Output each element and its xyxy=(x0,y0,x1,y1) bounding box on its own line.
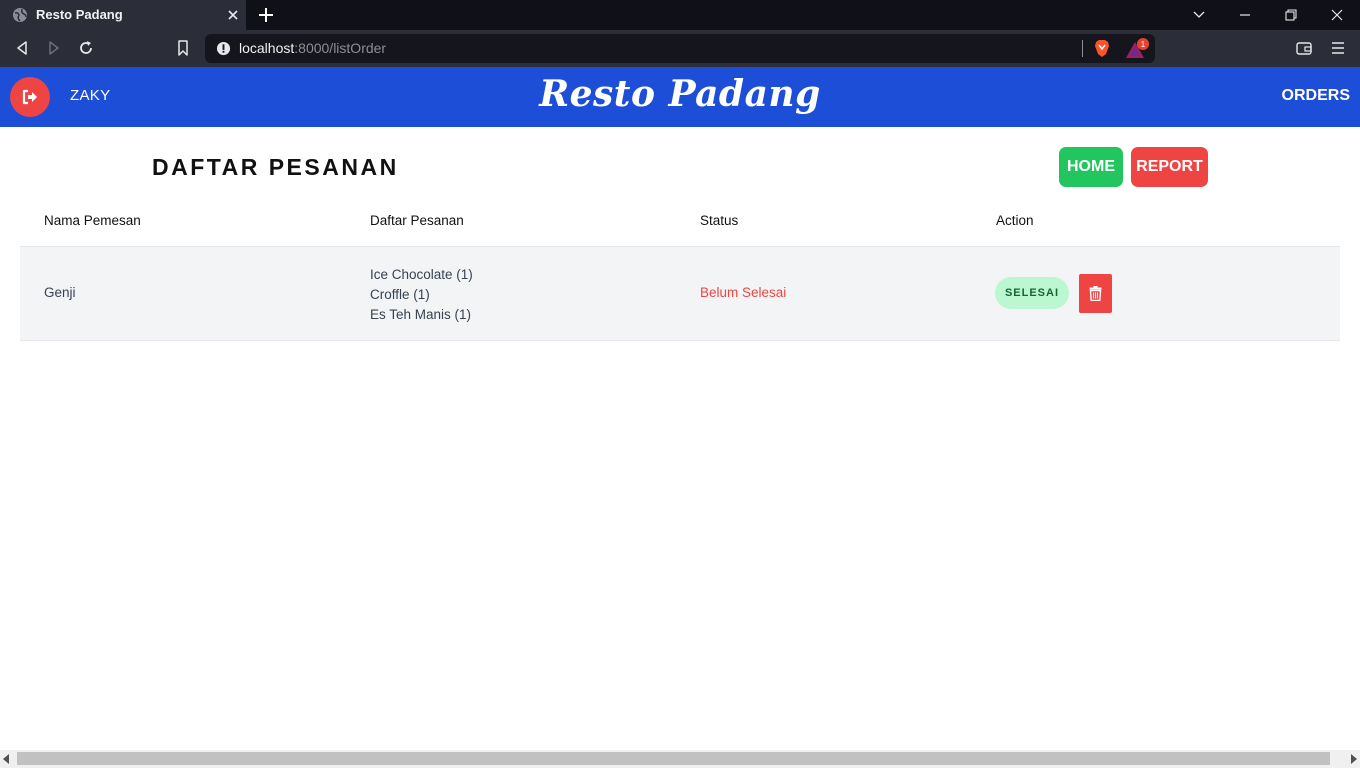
wallet-icon[interactable] xyxy=(1294,38,1314,58)
rewards-button[interactable]: 1 xyxy=(1125,38,1153,59)
bookmark-icon[interactable] xyxy=(173,38,193,58)
browser-tab[interactable]: Resto Padang xyxy=(0,0,246,30)
url-text: localhost:8000/listOrder xyxy=(239,40,387,56)
chevron-down-icon xyxy=(1193,11,1205,18)
order-item: Es Teh Manis (1) xyxy=(370,307,472,322)
menu-icon[interactable] xyxy=(1328,38,1348,58)
nav-orders-link[interactable]: ORDERS xyxy=(1282,87,1350,105)
divider xyxy=(1082,40,1083,57)
tab-search-button[interactable] xyxy=(1176,0,1222,30)
scrollbar-thumb[interactable] xyxy=(17,752,1330,765)
close-window-button[interactable] xyxy=(1314,0,1360,30)
order-status: Belum Selesai xyxy=(700,285,787,300)
reload-icon[interactable] xyxy=(76,38,96,58)
header-daftar-pesanan: Daftar Pesanan xyxy=(370,213,464,228)
header-nama-pemesan: Nama Pemesan xyxy=(44,213,141,228)
new-tab-icon[interactable] xyxy=(256,5,276,25)
tab-title: Resto Padang xyxy=(36,7,123,22)
rewards-badge: 1 xyxy=(1137,38,1149,50)
table-row: Genji Ice Chocolate (1) Croffle (1) Es T… xyxy=(20,247,1340,341)
horizontal-scrollbar[interactable] xyxy=(0,750,1360,768)
back-icon[interactable] xyxy=(12,38,32,58)
restore-icon xyxy=(1285,9,1297,21)
order-item: Ice Chocolate (1) xyxy=(370,267,473,282)
address-bar[interactable]: localhost:8000/listOrder 1 xyxy=(205,34,1155,63)
table-header: Nama Pemesan Daftar Pesanan Status Actio… xyxy=(20,200,1340,247)
brand-logo: Resto Padang xyxy=(539,73,821,115)
report-button[interactable]: REPORT xyxy=(1131,147,1208,187)
close-icon xyxy=(1331,9,1343,21)
header-action: Action xyxy=(996,213,1034,228)
delete-order-button[interactable] xyxy=(1079,274,1112,313)
order-item: Croffle (1) xyxy=(370,287,430,302)
restore-button[interactable] xyxy=(1268,0,1314,30)
close-tab-icon[interactable] xyxy=(224,6,242,24)
order-items: Ice Chocolate (1) Croffle (1) Es Teh Man… xyxy=(370,265,473,325)
orders-table: Nama Pemesan Daftar Pesanan Status Actio… xyxy=(20,200,1340,341)
globe-icon xyxy=(13,8,27,22)
scroll-right-arrow-icon[interactable] xyxy=(1351,754,1357,764)
minimize-button[interactable] xyxy=(1222,0,1268,30)
page-title: DAFTAR PESANAN xyxy=(152,154,399,180)
customer-name: Genji xyxy=(44,285,76,300)
browser-tab-bar: Resto Padang xyxy=(0,0,1360,30)
scroll-left-arrow-icon[interactable] xyxy=(3,754,9,764)
brave-shields-icon[interactable] xyxy=(1093,39,1111,58)
minimize-icon xyxy=(1240,14,1250,16)
site-info-icon[interactable] xyxy=(216,41,231,56)
browser-toolbar: localhost:8000/listOrder 1 xyxy=(0,30,1360,67)
forward-icon[interactable] xyxy=(44,38,64,58)
home-button[interactable]: HOME xyxy=(1059,147,1123,187)
trash-icon xyxy=(1089,286,1102,301)
app-navbar: ZAKY Resto Padang ORDERS xyxy=(0,67,1360,127)
header-status: Status xyxy=(700,213,739,228)
mark-done-button[interactable]: SELESAI xyxy=(995,277,1069,309)
